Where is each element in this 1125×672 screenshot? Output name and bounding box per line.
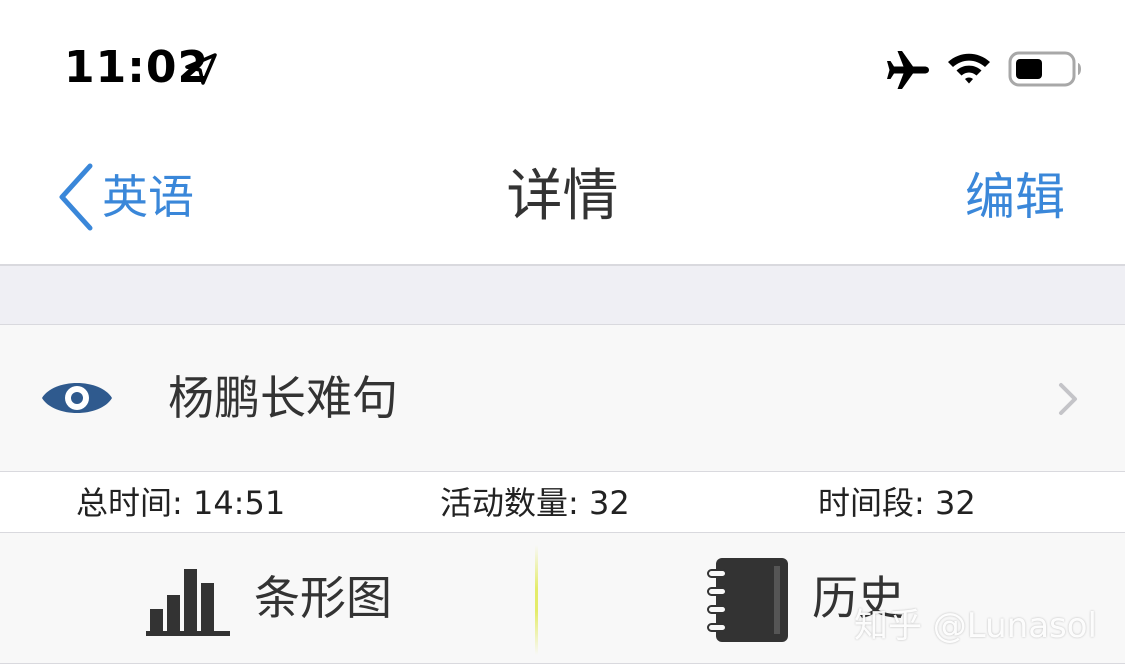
page-title: 详情 <box>506 164 619 229</box>
activity-count-stat: 活动数量: 32 <box>440 484 630 522</box>
tab-bar-chart-label: 条形图 <box>254 571 392 625</box>
stats-row: 总时间: 14:51 活动数量: 32 时间段: 32 <box>0 472 1125 533</box>
chevron-right-icon <box>1059 383 1077 415</box>
item-row[interactable]: 杨鹏长难句 <box>0 325 1125 472</box>
location-arrow-icon <box>185 53 217 85</box>
battery-icon <box>1008 51 1081 87</box>
watermark: 知乎 @Lunasol <box>853 606 1097 646</box>
wifi-icon <box>948 53 990 84</box>
total-time-stat: 总时间: 14:51 <box>76 484 286 522</box>
nav-bar: 英语 详情 编辑 <box>0 130 1125 266</box>
status-bar: 11:02 <box>0 0 1125 130</box>
time-slots-stat: 时间段: 32 <box>818 484 976 522</box>
tab-bar-chart[interactable]: 条形图 <box>146 533 392 663</box>
airplane-icon <box>887 51 929 89</box>
item-title: 杨鹏长难句 <box>168 371 398 425</box>
section-separator <box>0 266 1125 325</box>
notebook-icon <box>707 558 788 642</box>
bar-chart-icon <box>146 569 230 636</box>
screen: 11:02 英语 详情 编辑 杨鹏长难句 总时间: 14:51 活动数量: 32… <box>0 0 1125 672</box>
eye-icon <box>42 383 112 413</box>
tab-divider <box>535 545 538 655</box>
edit-button[interactable]: 编辑 <box>965 162 1065 232</box>
